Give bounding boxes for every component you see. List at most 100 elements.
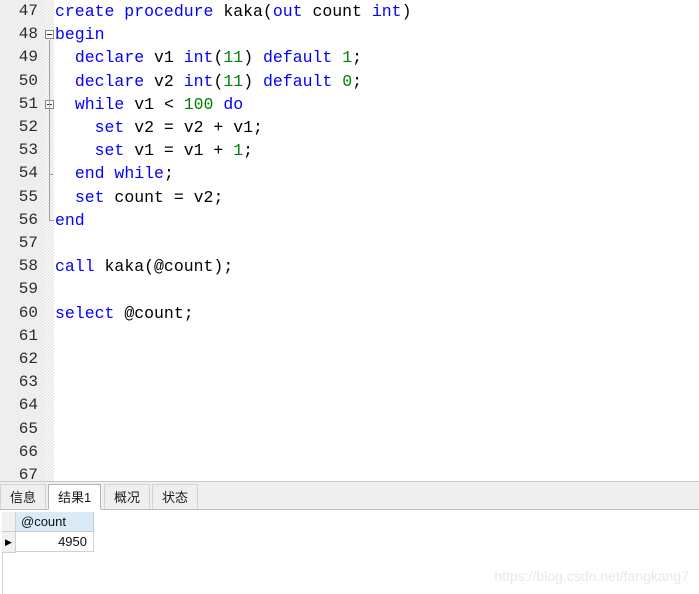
code-token: select — [55, 303, 125, 323]
sql-editor[interactable]: 47 create procedure kaka(out count int) 48… — [0, 0, 699, 481]
code-line[interactable]: 53 set v1 = v1 + 1; — [0, 139, 699, 162]
code-line-text: set v2 = v2 + v1; — [55, 116, 263, 139]
code-token: v2 — [154, 71, 184, 91]
code-line[interactable]: 50 declare v2 int(11) default 0; — [0, 70, 699, 93]
grid-column-header[interactable]: @count — [16, 512, 94, 532]
code-line[interactable]: 54 end while; — [0, 162, 699, 185]
code-token: default — [263, 48, 343, 68]
code-line-text: call kaka(@count); — [55, 255, 233, 278]
code-token: create procedure — [55, 2, 224, 21]
code-token: int — [183, 71, 214, 91]
line-number: 60 — [18, 303, 38, 322]
line-number: 52 — [18, 118, 38, 136]
code-line[interactable]: 48 begin — [0, 23, 699, 46]
code-line[interactable]: 64 — [0, 394, 699, 417]
code-line-text: declare v2 int(11) default 0; — [55, 70, 362, 93]
code-token: while — [74, 94, 135, 114]
code-line[interactable]: 61 — [0, 325, 699, 348]
line-number: 55 — [18, 187, 38, 206]
code-token: count — [312, 2, 372, 21]
code-line-text: declare v1 int(11) default 1; — [55, 46, 362, 69]
code-token: ) — [243, 48, 263, 68]
code-token: count = v2; — [114, 187, 224, 207]
grid-corner-cell[interactable] — [2, 512, 16, 532]
code-line[interactable]: 56 end — [0, 209, 699, 232]
row-selector-cell[interactable]: ▶ — [2, 532, 16, 553]
line-number: 49 — [18, 48, 38, 67]
code-token: v1 < — [134, 94, 184, 114]
tab-info[interactable]: 信息 — [0, 484, 47, 510]
tab-profile[interactable]: 概况 — [104, 484, 151, 510]
code-token: v2 = v2 + v1; — [134, 118, 263, 137]
tab-result[interactable]: 结果1 — [48, 484, 102, 510]
code-line[interactable]: 60 select @count; — [0, 302, 699, 325]
code-line[interactable]: 52 set v2 = v2 + v1; — [0, 116, 699, 139]
code-line-text: select @count; — [55, 302, 194, 325]
code-token: kaka(@count); — [104, 257, 234, 277]
line-number: 53 — [18, 141, 38, 160]
code-line[interactable]: 62 — [0, 348, 699, 371]
code-token: int — [371, 2, 402, 21]
code-token: 11 — [223, 71, 244, 91]
code-line-text: set count = v2; — [55, 186, 224, 209]
line-number: 66 — [18, 442, 38, 461]
code-token: @count; — [124, 303, 194, 323]
code-token: set — [74, 187, 115, 207]
code-token: begin — [55, 25, 105, 45]
code-line[interactable]: 63 — [0, 371, 699, 394]
code-token: ; — [243, 141, 254, 161]
code-line[interactable]: 58 call kaka(@count); — [0, 255, 699, 278]
code-line-text: while v1 < 100 do — [55, 93, 243, 116]
code-line[interactable]: 47 create procedure kaka(out count int) — [0, 0, 699, 23]
code-token: do — [223, 94, 244, 114]
code-line[interactable]: 66 — [0, 441, 699, 464]
code-line[interactable]: 65 — [0, 418, 699, 441]
code-line[interactable]: 67 — [0, 464, 699, 481]
code-token: int — [183, 48, 214, 68]
code-token: kaka( — [223, 2, 273, 21]
result-tab-bar[interactable]: 信息 结果1 概况 状态 — [0, 481, 699, 510]
code-token: 0 — [342, 71, 353, 91]
code-token: 1 — [342, 48, 353, 68]
line-number: 47 — [18, 2, 38, 20]
code-token: ( — [213, 71, 224, 91]
code-token: ; — [352, 71, 363, 91]
grid-data-row[interactable]: ▶ 4950 — [2, 532, 94, 553]
line-number: 58 — [18, 257, 38, 276]
line-number: 67 — [18, 466, 38, 481]
code-line[interactable]: 59 — [0, 278, 699, 301]
result-grid[interactable]: @count ▶ 4950 — [2, 512, 94, 553]
code-line[interactable]: 51 while v1 < 100 do — [0, 93, 699, 116]
code-token: declare — [74, 71, 155, 91]
code-token: set — [94, 141, 135, 161]
code-token: v1 = v1 + — [134, 141, 234, 161]
line-number: 57 — [18, 234, 38, 252]
line-number: 65 — [18, 419, 38, 438]
code-line-text: end while; — [55, 162, 174, 185]
tab-status[interactable]: 状态 — [152, 484, 199, 510]
line-number: 48 — [18, 25, 38, 44]
grid-cell[interactable]: 4950 — [16, 532, 94, 552]
line-number: 62 — [18, 350, 38, 368]
line-number: 61 — [18, 326, 38, 345]
watermark: https://blog.csdn.net/fangkang7 — [494, 568, 689, 584]
current-row-indicator-icon: ▶ — [5, 536, 12, 547]
line-number: 56 — [18, 210, 38, 229]
code-line[interactable]: 49 declare v1 int(11) default 1; — [0, 46, 699, 69]
code-token: set — [94, 118, 135, 137]
code-line-text: create procedure kaka(out count int) — [55, 0, 412, 23]
code-line[interactable]: 55 set count = v2; — [0, 186, 699, 209]
code-token: ; — [163, 164, 174, 184]
code-token: default — [263, 71, 343, 91]
code-token: 100 — [183, 94, 214, 114]
line-number: 63 — [18, 373, 38, 392]
code-token: out — [272, 2, 313, 21]
code-line[interactable]: 57 — [0, 232, 699, 255]
code-token: end — [55, 210, 85, 230]
